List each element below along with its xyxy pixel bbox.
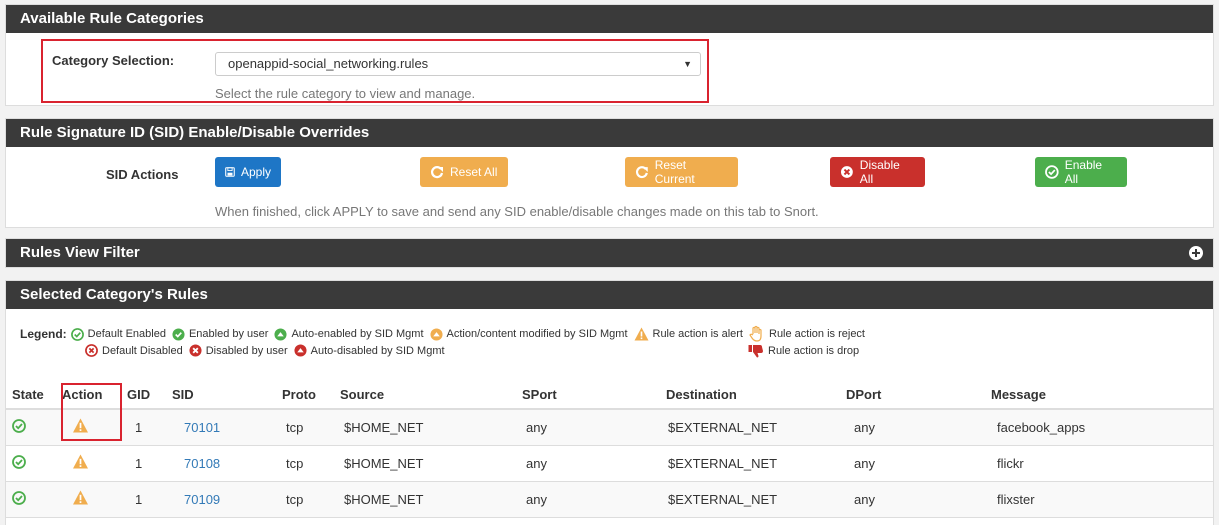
category-select[interactable]: openappid-social_networking.rules ▼ [215,52,701,76]
row-gid: 1 [121,409,166,446]
column-header-sport[interactable]: SPort [516,381,660,410]
table-row: 1 70108 tcp $HOME_NET any $EXTERNAL_NET … [6,445,1213,482]
column-header-proto[interactable]: Proto [276,381,334,410]
row-sport: any [516,445,660,482]
save-icon [225,167,235,177]
enable-all-button[interactable]: Enable All [1035,157,1127,187]
plus-circle-icon[interactable] [1189,246,1203,260]
rules-panel: Selected Category's Rules Legend: Defaul… [5,280,1214,525]
apply-button-label: Apply [240,165,271,179]
category-panel-title: Available Rule Categories [6,5,1213,33]
row-proto: tcp [276,445,334,482]
row-destination: $EXTERNAL_NET [660,445,840,482]
caret-up-circle-icon [294,344,307,357]
column-header-gid[interactable]: GID [121,381,166,410]
rules-panel-title: Selected Category's Rules [6,281,1213,309]
table-row: 1 70109 tcp $HOME_NET any $EXTERNAL_NET … [6,481,1213,518]
enable-all-button-label: Enable All [1064,158,1103,186]
category-help-text: Select the rule category to view and man… [215,86,476,101]
row-gid: 1 [121,445,166,482]
row-message: facebook_apps [985,409,1213,446]
thumbs-down-icon [748,345,763,358]
row-destination: $EXTERNAL_NET [660,481,840,518]
rules-table: State Action GID SID Proto Source SPort … [6,381,1213,518]
disable-all-button[interactable]: Disable All [830,157,925,187]
table-header-row: State Action GID SID Proto Source SPort … [6,381,1213,410]
row-source: $HOME_NET [334,409,516,446]
reset-all-button[interactable]: Reset All [420,157,508,187]
hand-icon [749,325,762,342]
times-circle-icon [840,166,853,178]
row-destination: $EXTERNAL_NET [660,409,840,446]
check-circle-outline-icon[interactable] [12,454,26,469]
sid-help-text: When finished, click APPLY to save and s… [215,204,819,219]
reset-current-button[interactable]: Reset Current [625,157,738,187]
row-dport: any [840,445,985,482]
column-header-destination[interactable]: Destination [660,381,840,410]
legend-action-modified: Action/content modified by SID Mgmt [446,328,628,340]
check-circle-icon [1045,165,1059,179]
column-header-dport[interactable]: DPort [840,381,985,410]
category-selection-label: Category Selection: [52,53,175,68]
legend-action-alert: Rule action is alert [652,328,744,340]
sid-link[interactable]: 70101 [184,420,220,435]
sid-panel-title: Rule Signature ID (SID) Enable/Disable O… [6,119,1213,147]
check-circle-outline-icon[interactable] [12,418,26,433]
check-circle-outline-icon[interactable] [12,490,26,505]
reset-current-button-label: Reset Current [654,158,695,186]
legend-action-drop: Rule action is drop [768,345,860,357]
legend-auto-disabled: Auto-disabled by SID Mgmt [310,344,445,357]
row-gid: 1 [121,481,166,518]
column-header-state[interactable]: State [6,381,56,410]
caret-up-circle-icon [274,327,287,341]
legend-enabled-by-user: Enabled by user [188,328,269,340]
row-source: $HOME_NET [334,445,516,482]
check-circle-solid-icon [172,327,185,341]
legend-default-enabled: Default Enabled [87,328,166,340]
caret-up-circle-icon [429,327,443,341]
legend-auto-enabled: Auto-enabled by SID Mgmt [291,328,424,340]
sid-actions-label: SID Actions [106,167,179,182]
sid-link[interactable]: 70109 [184,492,220,507]
row-dport: any [840,481,985,518]
row-sport: any [516,409,660,446]
row-message: flixster [985,481,1213,518]
category-select-value: openappid-social_networking.rules [228,56,429,71]
rules-filter-header[interactable]: Rules View Filter [6,239,1213,267]
sid-link[interactable]: 70108 [184,456,220,471]
warning-icon[interactable] [72,454,89,469]
row-proto: tcp [276,481,334,518]
row-source: $HOME_NET [334,481,516,518]
disable-all-button-label: Disable All [859,158,900,186]
column-header-message[interactable]: Message [985,381,1213,410]
rules-filter-title: Rules View Filter [20,244,140,261]
row-message: flickr [985,445,1213,482]
row-dport: any [840,409,985,446]
column-header-source[interactable]: Source [334,381,516,410]
times-circle-outline-icon [85,344,98,357]
reset-icon [635,166,648,179]
table-row: 1 70101 tcp $HOME_NET any $EXTERNAL_NET … [6,409,1213,446]
apply-button[interactable]: Apply [215,157,281,187]
category-panel: Available Rule Categories Category Selec… [5,4,1214,106]
warning-icon[interactable] [72,490,89,505]
reset-all-button-label: Reset All [450,165,498,179]
sid-overrides-panel: Rule Signature ID (SID) Enable/Disable O… [5,118,1214,228]
rules-filter-panel: Rules View Filter [5,238,1214,268]
action-column-highlight-box [61,383,122,441]
warning-icon [634,327,648,341]
reset-icon [430,166,444,179]
times-circle-solid-icon [189,344,202,357]
chevron-down-icon: ▼ [683,59,692,69]
row-sport: any [516,481,660,518]
legend-default-disabled: Default Disabled [102,344,183,357]
legend-label: Legend: [20,327,67,341]
legend-action-reject: Rule action is reject [769,328,865,340]
row-proto: tcp [276,409,334,446]
column-header-sid[interactable]: SID [166,381,276,410]
check-circle-outline-icon [70,327,84,341]
legend-disabled-by-user: Disabled by user [205,344,288,357]
